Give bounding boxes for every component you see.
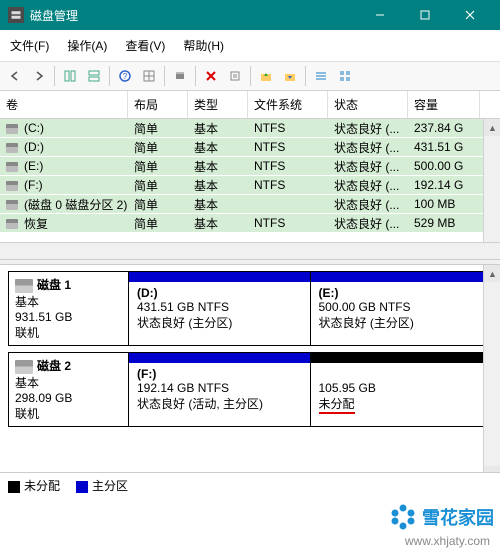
forward-button[interactable]	[28, 65, 50, 87]
view2-button[interactable]	[83, 65, 105, 87]
disk-row: 磁盘 1基本931.51 GB联机(D:)431.51 GB NTFS状态良好 …	[8, 271, 492, 346]
drive-icon	[6, 162, 18, 172]
table-row[interactable]: 恢复简单基本NTFS状态良好 (...529 MB	[0, 214, 500, 233]
table-header: 卷 布局 类型 文件系统 状态 容量	[0, 91, 500, 119]
table-row[interactable]: (D:)简单基本NTFS状态良好 (...431.51 G	[0, 138, 500, 157]
help-button[interactable]: ?	[114, 65, 136, 87]
volume-list: (C:)简单基本NTFS状态良好 (...237.84 G(D:)简单基本NTF…	[0, 119, 500, 259]
drive-icon	[6, 219, 18, 229]
disk-row: 磁盘 2基本298.09 GB联机(F:)192.14 GB NTFS状态良好 …	[8, 352, 492, 427]
table-row[interactable]: (磁盘 0 磁盘分区 2)简单基本状态良好 (...100 MB	[0, 195, 500, 214]
partition[interactable]: (D:)431.51 GB NTFS状态良好 (主分区)	[129, 272, 311, 345]
toolbar: ?	[0, 62, 500, 91]
legend-unallocated: 未分配	[8, 477, 60, 494]
folder-down-button[interactable]	[279, 65, 301, 87]
view1-button[interactable]	[59, 65, 81, 87]
back-button[interactable]	[4, 65, 26, 87]
horizontal-scrollbar[interactable]	[0, 242, 500, 259]
col-volume[interactable]: 卷	[0, 91, 128, 118]
menu-bar: 文件(F) 操作(A) 查看(V) 帮助(H)	[0, 30, 500, 62]
disk-icon	[15, 360, 33, 374]
partition[interactable]: (E:)500.00 GB NTFS状态良好 (主分区)	[311, 272, 492, 345]
menu-help[interactable]: 帮助(H)	[175, 34, 232, 57]
drive-icon	[6, 200, 18, 210]
legend: 未分配 主分区	[0, 472, 500, 498]
col-filesystem[interactable]: 文件系统	[248, 91, 328, 118]
disk-info[interactable]: 磁盘 2基本298.09 GB联机	[9, 353, 129, 426]
disk-icon	[15, 279, 33, 293]
col-type[interactable]: 类型	[188, 91, 248, 118]
watermark-text: 雪花家园	[422, 504, 494, 530]
drive-icon	[6, 124, 18, 134]
table-row[interactable]: (E:)简单基本NTFS状态良好 (...500.00 G	[0, 157, 500, 176]
svg-text:?: ?	[123, 72, 128, 81]
menu-file[interactable]: 文件(F)	[2, 34, 57, 57]
drive-icon	[6, 143, 18, 153]
close-button[interactable]	[447, 0, 492, 30]
disk-info[interactable]: 磁盘 1基本931.51 GB联机	[9, 272, 129, 345]
snowflake-icon	[388, 502, 418, 532]
title-bar: 磁盘管理	[0, 0, 500, 30]
table-row[interactable]: (C:)简单基本NTFS状态良好 (...237.84 G	[0, 119, 500, 138]
col-capacity[interactable]: 容量	[408, 91, 480, 118]
properties-button[interactable]	[224, 65, 246, 87]
vertical-scrollbar-lower[interactable]: ▲▼	[483, 265, 500, 483]
table-row[interactable]: (F:)简单基本NTFS状态良好 (...192.14 G	[0, 176, 500, 195]
partition[interactable]: (F:)192.14 GB NTFS状态良好 (活动, 主分区)	[129, 353, 311, 426]
vertical-scrollbar[interactable]: ▲▼	[483, 119, 500, 259]
watermark: 雪花家园	[388, 502, 494, 532]
minimize-button[interactable]	[357, 0, 402, 30]
col-layout[interactable]: 布局	[128, 91, 188, 118]
menu-view[interactable]: 查看(V)	[117, 34, 173, 57]
grid-button[interactable]	[334, 65, 356, 87]
partition[interactable]: 105.95 GB未分配	[311, 353, 492, 426]
legend-primary: 主分区	[76, 477, 128, 494]
watermark-url: www.xhjaty.com	[405, 534, 490, 548]
window-title: 磁盘管理	[30, 7, 357, 24]
refresh-button[interactable]	[138, 65, 160, 87]
app-icon	[8, 7, 24, 23]
settings-button[interactable]	[169, 65, 191, 87]
drive-icon	[6, 181, 18, 191]
delete-button[interactable]	[200, 65, 222, 87]
col-status[interactable]: 状态	[328, 91, 408, 118]
maximize-button[interactable]	[402, 0, 447, 30]
disk-map: 磁盘 1基本931.51 GB联机(D:)431.51 GB NTFS状态良好 …	[0, 265, 500, 483]
folder-up-button[interactable]	[255, 65, 277, 87]
list-button[interactable]	[310, 65, 332, 87]
menu-action[interactable]: 操作(A)	[59, 34, 115, 57]
